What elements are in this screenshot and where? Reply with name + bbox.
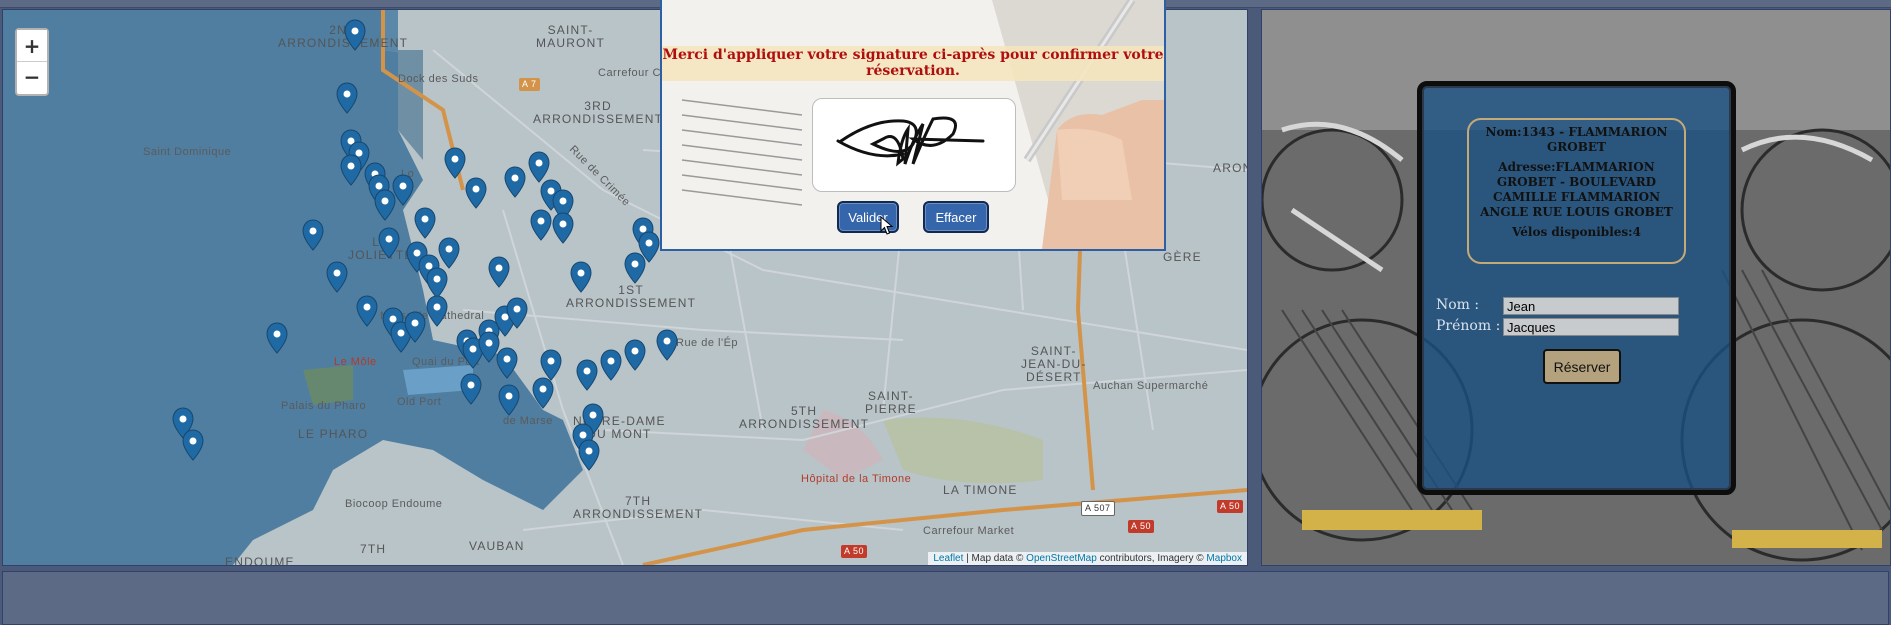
signature-pad[interactable] — [812, 98, 1016, 192]
signature-stroke — [836, 116, 985, 167]
station-marker[interactable] — [182, 429, 204, 461]
station-address: Adresse:FLAMMARION GROBET - BOULEVARD CA… — [1480, 160, 1673, 219]
station-marker[interactable] — [326, 261, 348, 293]
zoom-control: + − — [15, 28, 49, 96]
station-bikes-available: Vélos disponibles:4 — [1512, 225, 1641, 239]
station-marker[interactable] — [540, 349, 562, 381]
station-marker[interactable] — [378, 227, 400, 259]
map-attribution: Leaflet | Map data © OpenStreetMap contr… — [928, 552, 1247, 565]
station-marker[interactable] — [528, 151, 550, 183]
zoom-in-button[interactable]: + — [17, 30, 47, 61]
station-marker[interactable] — [532, 377, 554, 409]
station-marker[interactable] — [356, 295, 378, 327]
station-marker[interactable] — [302, 219, 324, 251]
station-marker[interactable] — [498, 384, 520, 416]
prenom-label: Prénom : — [1436, 318, 1501, 334]
station-marker[interactable] — [552, 212, 574, 244]
station-marker[interactable] — [460, 373, 482, 405]
leaflet-link[interactable]: Leaflet — [933, 553, 963, 564]
station-marker[interactable] — [570, 261, 592, 293]
station-marker[interactable] — [374, 189, 396, 221]
prenom-row: Prénom : — [1436, 318, 1679, 336]
station-marker[interactable] — [266, 322, 288, 354]
nom-label: Nom : — [1436, 297, 1480, 313]
station-marker[interactable] — [576, 359, 598, 391]
station-marker[interactable] — [496, 347, 518, 379]
station-marker[interactable] — [504, 166, 526, 198]
station-marker[interactable] — [344, 19, 366, 51]
station-card: Nom:1343 - FLAMMARION GROBET Adresse:FLA… — [1417, 81, 1736, 495]
station-marker[interactable] — [624, 252, 646, 284]
station-marker[interactable] — [426, 267, 448, 299]
signature-modal: Merci d'appliquer votre signature ci-apr… — [660, 0, 1166, 251]
reserve-button[interactable]: Réserver — [1543, 349, 1621, 384]
mouse-cursor-icon — [880, 216, 894, 235]
osm-link[interactable]: OpenStreetMap — [1026, 553, 1097, 564]
bottom-bar — [2, 571, 1889, 625]
zoom-out-button[interactable]: − — [17, 61, 47, 92]
station-marker[interactable] — [426, 295, 448, 327]
station-marker[interactable] — [488, 256, 510, 288]
nom-input[interactable] — [1503, 297, 1679, 315]
station-info: Nom:1343 - FLAMMARION GROBET Adresse:FLA… — [1467, 118, 1686, 264]
station-marker[interactable] — [336, 82, 358, 114]
station-marker[interactable] — [444, 147, 466, 179]
station-marker[interactable] — [392, 174, 414, 206]
station-marker[interactable] — [340, 154, 362, 186]
station-marker[interactable] — [478, 331, 500, 363]
station-marker[interactable] — [600, 349, 622, 381]
station-marker[interactable] — [656, 329, 678, 361]
station-marker[interactable] — [530, 209, 552, 241]
station-marker[interactable] — [465, 177, 487, 209]
attribution-map-data: | Map data © — [966, 553, 1024, 564]
station-marker[interactable] — [438, 237, 460, 269]
signature-instruction: Merci d'appliquer votre signature ci-apr… — [662, 46, 1164, 81]
station-marker[interactable] — [578, 439, 600, 471]
mapbox-link[interactable]: Mapbox — [1206, 553, 1242, 564]
attribution-contributors: contributors, Imagery © — [1099, 553, 1204, 564]
reservation-panel: Nom:1343 - FLAMMARION GROBET Adresse:FLA… — [1261, 9, 1891, 566]
station-marker[interactable] — [624, 339, 646, 371]
station-marker[interactable] — [414, 207, 436, 239]
clear-button[interactable]: Effacer — [923, 201, 989, 233]
prenom-input[interactable] — [1503, 318, 1679, 336]
station-name: Nom:1343 - FLAMMARION GROBET — [1485, 125, 1668, 154]
nom-row: Nom : — [1436, 297, 1679, 315]
